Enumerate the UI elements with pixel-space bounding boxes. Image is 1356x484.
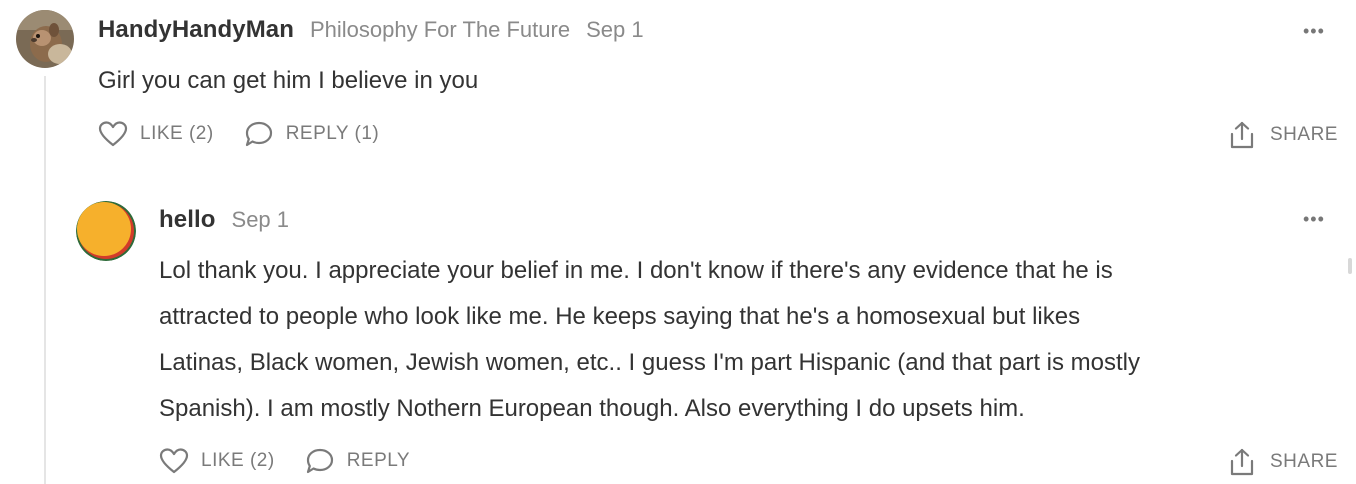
reply-more-button[interactable]: ••• bbox=[1303, 210, 1325, 228]
reply-body-line: Spanish). I am mostly Nothern European t… bbox=[159, 395, 1025, 422]
reply-share-label: SHARE bbox=[1270, 451, 1338, 472]
comment-reply-label: REPLY (1) bbox=[285, 123, 380, 144]
reply-avatar[interactable] bbox=[76, 201, 136, 261]
reply-date[interactable]: Sep 1 bbox=[232, 207, 290, 233]
thread-line bbox=[44, 76, 46, 484]
comment-header: HandyHandyMan Philosophy For The Future … bbox=[98, 16, 644, 44]
orange-circle-avatar-icon bbox=[76, 201, 136, 261]
comment-share-button[interactable]: SHARE bbox=[1228, 120, 1338, 150]
comment-date[interactable]: Sep 1 bbox=[586, 17, 644, 43]
comment-more-button[interactable]: ••• bbox=[1303, 22, 1325, 40]
comment-body: Girl you can get him I believe in you bbox=[98, 67, 479, 94]
reply-like-label: LIKE (2) bbox=[201, 450, 275, 471]
comment-actions: LIKE (2) REPLY (1) bbox=[98, 120, 409, 148]
scrollbar-thumb[interactable] bbox=[1348, 258, 1352, 274]
reply-author[interactable]: hello bbox=[159, 206, 216, 234]
comment-share-label: SHARE bbox=[1270, 124, 1338, 145]
comment-like-label: LIKE (2) bbox=[140, 123, 214, 144]
reply-share-button[interactable]: SHARE bbox=[1228, 447, 1338, 477]
squirrel-photo-avatar-icon bbox=[16, 10, 74, 68]
reply-reply-label: REPLY bbox=[346, 450, 411, 471]
heart-icon bbox=[98, 121, 128, 147]
speech-bubble-icon bbox=[245, 121, 272, 147]
heart-icon bbox=[159, 448, 189, 474]
speech-bubble-icon bbox=[306, 448, 333, 474]
share-upload-icon bbox=[1230, 448, 1254, 476]
reply-reply-button[interactable]: REPLY bbox=[305, 447, 410, 475]
reply-like-button[interactable]: LIKE (2) bbox=[159, 447, 275, 475]
reply-actions: LIKE (2) REPLY bbox=[159, 447, 440, 475]
reply-header: hello Sep 1 bbox=[159, 206, 289, 234]
avatar[interactable] bbox=[16, 10, 74, 68]
comment-reply-button[interactable]: REPLY (1) bbox=[244, 120, 380, 148]
comment-like-button[interactable]: LIKE (2) bbox=[98, 120, 214, 148]
reply-body-line: Lol thank you. I appreciate your belief … bbox=[159, 257, 1113, 284]
comment-publication[interactable]: Philosophy For The Future bbox=[310, 17, 570, 43]
comment-author[interactable]: HandyHandyMan bbox=[98, 16, 294, 44]
reply-body: Lol thank you. I appreciate your belief … bbox=[159, 248, 1140, 432]
reply-body-line: attracted to people who look like me. He… bbox=[159, 303, 1081, 330]
reply-body-line: Latinas, Black women, Jewish women, etc.… bbox=[159, 349, 1140, 376]
share-upload-icon bbox=[1230, 121, 1254, 149]
